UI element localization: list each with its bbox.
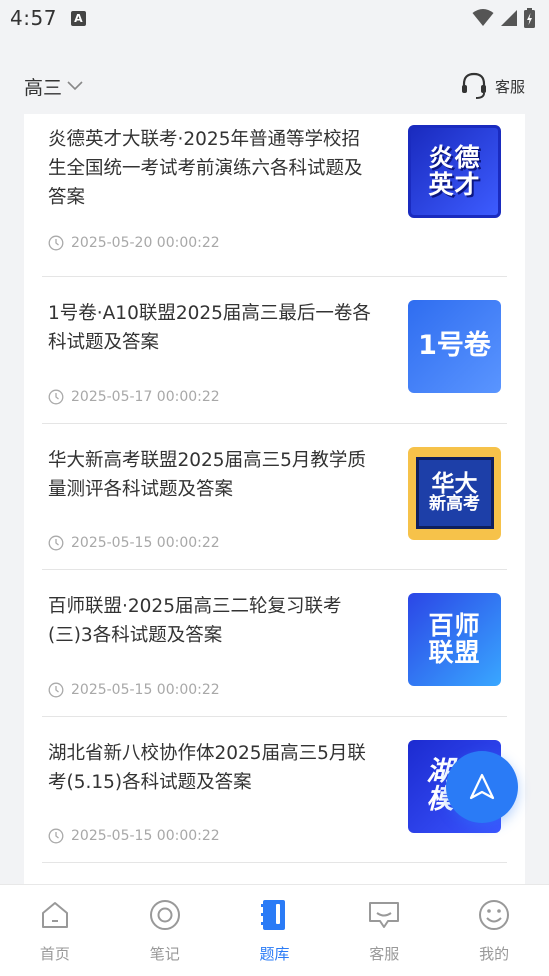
wifi-icon [472,9,494,26]
tab-service[interactable]: 客服 [329,885,439,976]
clock-icon [48,535,64,551]
tab-label: 首页 [39,945,70,963]
clock-icon [48,828,64,844]
item-title: 湖北省新八校协作体2025届高三5月联考(5.15)各科试题及答案 [48,742,366,793]
item-thumbnail: 百师 联盟 [408,593,501,686]
thumb-line: 华大 [431,471,478,497]
thumb-line: 1号卷 [418,330,491,362]
item-date: 2025-05-20 00:00:22 [48,235,220,251]
tab-question-bank[interactable]: 题库 [220,885,330,976]
item-thumbnail: 华大 新高考 [408,446,501,540]
date-text: 2025-05-15 00:00:22 [71,681,220,698]
signal-icon [501,10,517,26]
item-thumbnail: 炎德 英才 [408,125,501,218]
item-title: 炎德英才大联考·2025年普通等学校招生全国统一考试考前演练六各科试题及答案 [48,129,363,208]
grade-dropdown[interactable]: 高三 [24,73,84,100]
clock-icon [48,682,64,697]
tab-label: 笔记 [149,945,180,963]
headset-icon [461,72,486,99]
bottom-tab-bar: 首页 笔记 题库 客服 我的 [0,884,549,976]
date-text: 2025-05-20 00:00:22 [71,235,220,251]
tab-label: 客服 [369,945,400,963]
thumb-line: 新高考 [429,494,480,515]
status-icons [472,8,535,28]
item-date: 2025-05-15 00:00:22 [48,535,220,551]
item-thumbnail: 1号卷 [408,300,501,393]
date-text: 2025-05-15 00:00:22 [71,828,220,844]
chat-icon [369,902,400,928]
list-item[interactable]: 华大新高考联盟2025届高三5月教学质量测评各科试题及答案 2025-05-15… [42,424,507,570]
list-item[interactable]: 湖北省新八校协作体2025届高三5月联考(5.15)各科试题及答案 2025-0… [42,717,507,863]
status-time: 4:57 [10,6,57,30]
notification-icon: A [70,10,86,26]
tab-label: 我的 [479,945,510,963]
tab-profile[interactable]: 我的 [439,885,549,976]
navigation-arrow-icon [469,773,495,800]
tab-label: 题库 [259,945,290,963]
target-icon [149,900,180,930]
smile-icon [479,900,510,930]
item-title: 百师联盟·2025届高三二轮复习联考(三)3各科试题及答案 [48,596,342,646]
clock-icon [48,389,64,404]
date-text: 2025-05-17 00:00:22 [71,388,220,405]
thumb-line: 炎德 [428,143,481,173]
tab-home[interactable]: 首页 [0,885,110,976]
list-item[interactable]: 炎德英才大联考·2025年普通等学校招生全国统一考试考前演练六各科试题及答案 2… [42,114,507,277]
list-item[interactable]: 百师联盟·2025届高三二轮复习联考(三)3各科试题及答案 2025-05-15… [42,570,507,717]
back-to-top-button[interactable] [446,751,518,823]
status-bar: 4:57 A [0,0,549,36]
thumb-line: 百师 [428,611,481,641]
home-icon [41,902,68,928]
customer-service-button[interactable]: 客服 [459,71,525,101]
item-title: 华大新高考联盟2025届高三5月教学质量测评各科试题及答案 [48,449,366,500]
list-item[interactable]: 1号卷·A10联盟2025届高三最后一卷各科试题及答案 2025-05-17 0… [42,277,507,424]
item-title: 1号卷·A10联盟2025届高三最后一卷各科试题及答案 [48,303,371,353]
book-icon [261,900,286,930]
date-text: 2025-05-15 00:00:22 [71,535,220,551]
tab-notes[interactable]: 笔记 [110,885,220,976]
thumb-line: 英才 [428,169,481,199]
clock-icon [48,235,64,251]
battery-icon [524,8,535,28]
chevron-down-icon [67,81,83,91]
grade-label: 高三 [24,76,63,99]
service-label: 客服 [494,77,525,96]
item-date: 2025-05-15 00:00:22 [48,682,220,698]
item-date: 2025-05-15 00:00:22 [48,828,220,844]
item-date: 2025-05-17 00:00:22 [48,389,220,405]
top-header: 高三 客服 [0,60,549,112]
thumb-line: 联盟 [428,637,481,667]
